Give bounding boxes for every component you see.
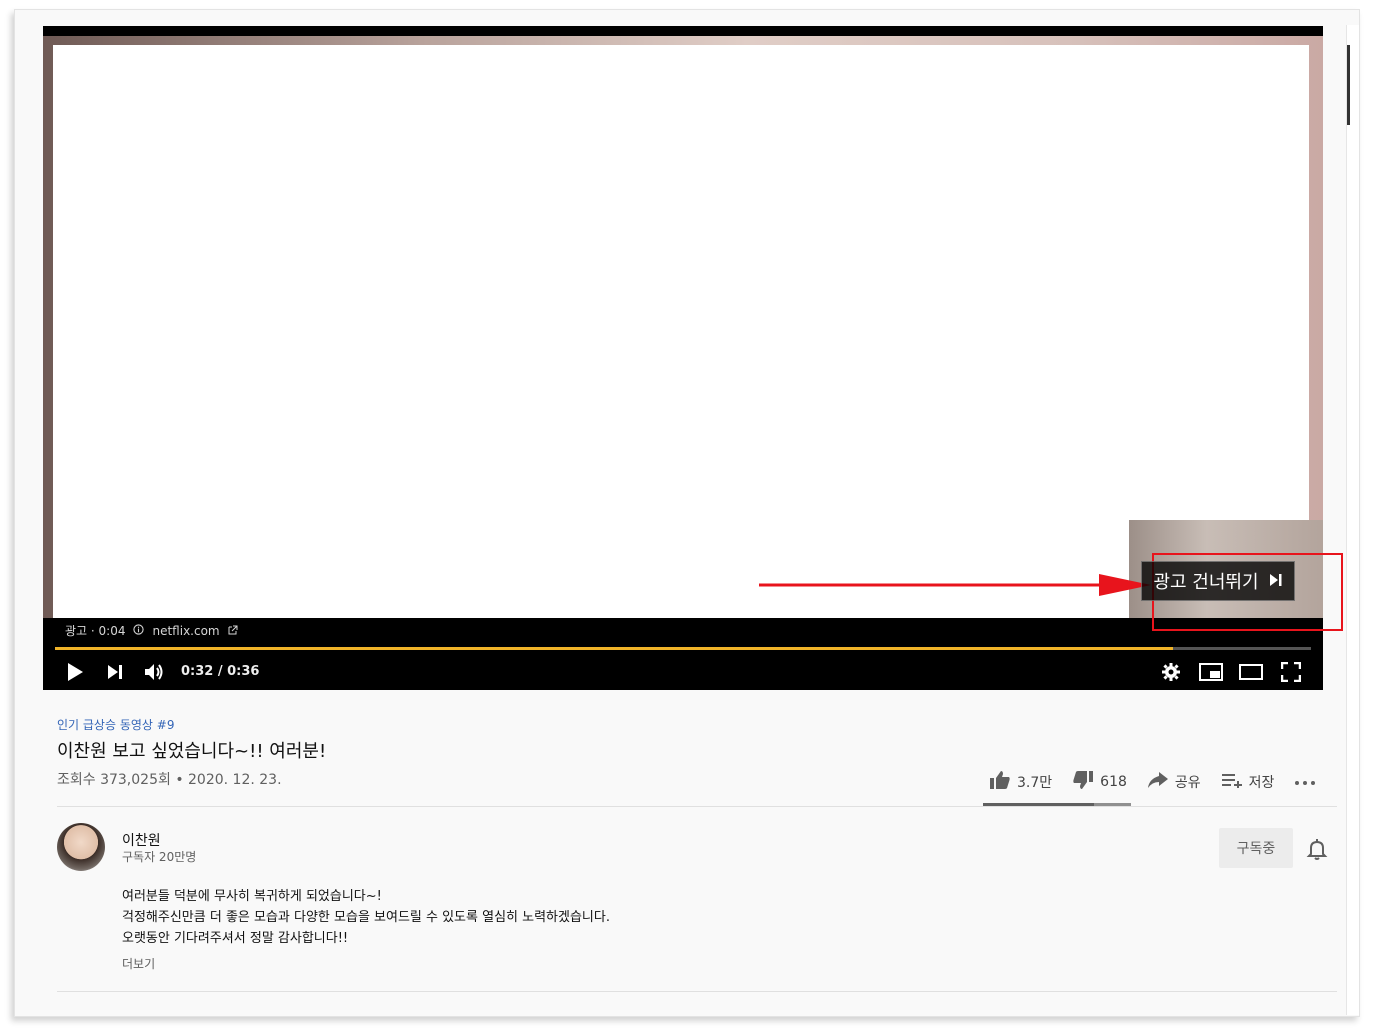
divider [57,806,1337,807]
subscriber-count: 구독자 20만명 [122,850,197,864]
video-description: 여러분들 덕분에 무사히 복귀하게 되었습니다~! 걱정해주신만큼 더 좋은 모… [122,886,610,949]
progress-fill [55,647,1173,650]
share-icon [1147,771,1169,793]
divider [57,991,1337,992]
description-line: 걱정해주신만큼 더 좋은 모습과 다양한 모습을 보여드릴 수 있도록 열심히 … [122,910,610,925]
theater-icon[interactable] [1239,660,1263,684]
description-line: 오랫동안 기다려주셔서 정말 감사합니다!! [122,931,349,946]
like-count: 3.7만 [1017,775,1053,791]
volume-icon[interactable] [143,660,167,684]
browser-frame: 광고 · 0:04 netflix.com 0:32 / 0:36 광고 건너뛰… [14,9,1360,1017]
channel-avatar[interactable] [57,823,105,871]
fullscreen-icon[interactable] [1279,660,1303,684]
time-display: 0:32 / 0:36 [181,664,260,679]
bell-icon[interactable] [1305,837,1329,861]
scrollbar[interactable] [1346,25,1359,1015]
like-button[interactable]: 3.7만 [989,770,1052,794]
save-icon [1221,772,1243,792]
ad-info: 광고 · 0:04 netflix.com [65,622,238,639]
dislike-icon [1072,770,1094,794]
subscribed-button[interactable]: 구독중 [1219,828,1293,868]
info-icon[interactable] [133,623,145,638]
settings-icon[interactable] [1159,660,1183,684]
channel-name[interactable]: 이찬원 [122,830,161,850]
dislike-count: 618 [1100,774,1127,790]
save-label: 저장 [1248,775,1275,791]
video-title: 이찬원 보고 싶었습니다~!! 여러분! [57,741,327,762]
miniplayer-icon[interactable] [1199,660,1223,684]
show-more-button[interactable]: 더보기 [122,955,155,972]
external-link-icon [228,624,238,638]
annotation-arrow [759,574,1151,596]
skip-ad-button[interactable]: 광고 건너뛰기 [1141,561,1295,601]
video-info: 인기 급상승 동영상 #9 이찬원 보고 싶었습니다~!! 여러분! [57,716,1337,763]
play-icon[interactable] [63,660,87,684]
trending-hashtag[interactable]: 인기 급상승 동영상 #9 [57,716,1337,733]
ad-domain-link[interactable]: netflix.com [152,624,219,638]
like-icon [989,770,1011,794]
share-button[interactable]: 공유 [1147,771,1201,793]
more-actions-button[interactable] [1294,774,1316,790]
player-controls: 0:32 / 0:36 [55,656,1311,686]
save-button[interactable]: 저장 [1221,772,1275,792]
skip-ad-label: 광고 건너뛰기 [1153,572,1259,593]
skip-icon [1269,571,1283,592]
progress-bar[interactable] [55,647,1311,650]
share-label: 공유 [1174,775,1201,791]
video-overlay [53,45,1309,618]
video-actions: 3.7만 618 공유 저장 [983,767,1336,797]
description-line: 여러분들 덕분에 무사히 복귀하게 되었습니다~! [122,889,382,904]
dislike-button[interactable]: 618 [1072,770,1127,794]
ad-label: 광고 · 0:04 [65,624,126,638]
more-icon [1294,774,1316,790]
video-meta: 조회수 373,025회 • 2020. 12. 23. [57,772,282,788]
next-icon[interactable] [103,660,127,684]
